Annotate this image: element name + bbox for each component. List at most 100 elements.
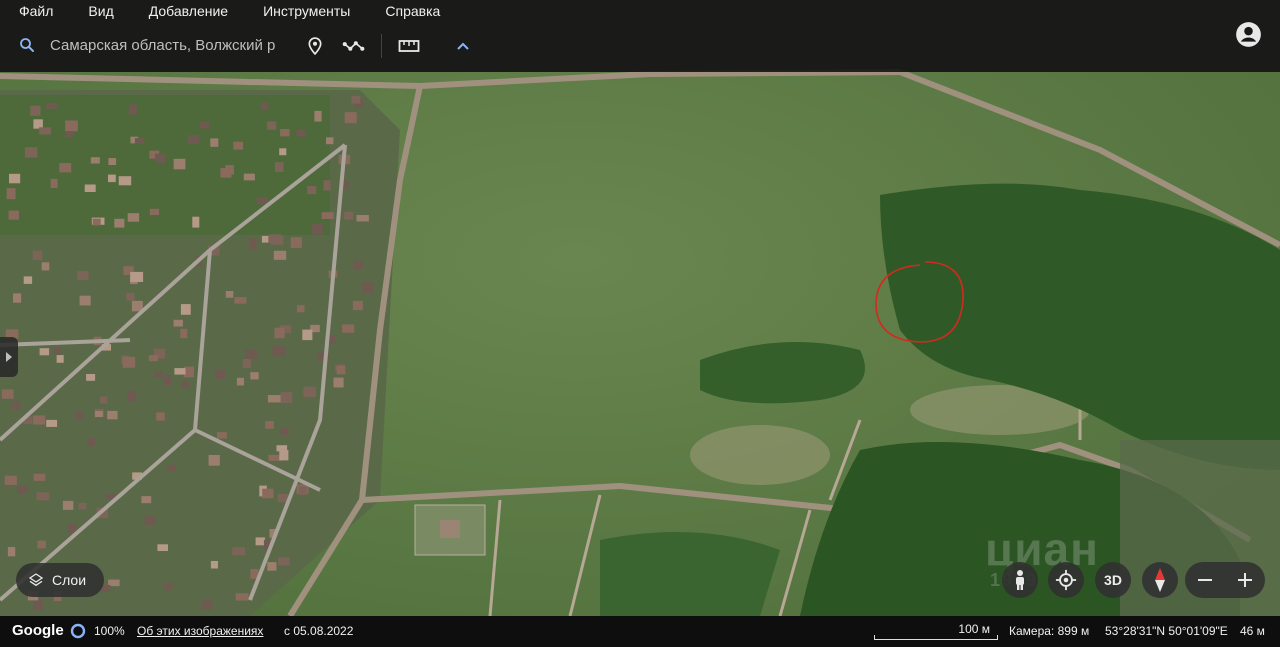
house-roof	[273, 250, 287, 260]
house-roof	[7, 547, 16, 557]
house-roof	[187, 135, 200, 144]
house-roof	[144, 516, 156, 525]
house-roof	[277, 494, 288, 503]
search-input[interactable]	[50, 33, 290, 57]
house-roof	[272, 345, 286, 357]
layers-label: Слои	[52, 572, 87, 588]
toggle-3d-button[interactable]: 3D	[1095, 562, 1131, 598]
house-roof	[173, 319, 183, 327]
house-roof	[127, 390, 137, 401]
house-roof	[256, 197, 268, 205]
house-roof	[225, 291, 234, 298]
measure-button[interactable]	[396, 33, 422, 59]
house-roof	[33, 415, 46, 425]
search-icon[interactable]	[18, 36, 36, 54]
house-roof	[77, 271, 89, 280]
house-roof	[210, 561, 218, 569]
house-roof	[87, 437, 95, 447]
house-roof	[33, 600, 43, 611]
house-roof	[307, 186, 317, 195]
scale-bar: 100 м	[874, 622, 998, 640]
house-roof	[37, 540, 46, 549]
pegman-icon	[1016, 570, 1024, 590]
house-roof	[126, 292, 135, 301]
house-roof	[46, 102, 58, 109]
house-roof	[201, 599, 213, 610]
house-roof	[174, 368, 186, 375]
compass-button[interactable]	[1142, 562, 1178, 598]
house-roof	[141, 496, 152, 504]
house-roof	[225, 165, 234, 175]
house-roof	[156, 412, 165, 421]
house-roof	[1, 389, 14, 399]
house-roof	[86, 374, 96, 381]
search-row	[0, 28, 490, 62]
house-roof	[321, 212, 334, 219]
house-roof	[267, 395, 281, 403]
camera-altitude: Камера: 899 м	[1009, 624, 1090, 638]
my-location-button[interactable]	[1048, 562, 1084, 598]
house-roof	[95, 410, 103, 417]
side-panel-toggle[interactable]	[0, 337, 18, 377]
house-roof	[62, 500, 74, 510]
toolbar-separator	[381, 34, 382, 58]
menu-help[interactable]: Справка	[366, 0, 456, 22]
account-icon[interactable]	[1235, 21, 1262, 48]
house-roof	[243, 173, 255, 181]
house-roof	[90, 157, 100, 164]
house-roof	[65, 120, 78, 132]
status-bar: Google 100% Об этих изображениях с 05.08…	[0, 616, 1280, 647]
place-marker-button[interactable]	[302, 33, 328, 59]
menu-add[interactable]: Добавление	[130, 0, 244, 22]
layers-button[interactable]: Слои	[16, 563, 104, 597]
house-roof	[157, 544, 168, 551]
house-roof	[344, 112, 357, 124]
house-roof	[32, 250, 43, 261]
menu-file[interactable]: Файл	[0, 0, 69, 22]
top-toolbar: Файл Вид Добавление Инструменты Справка	[0, 0, 1280, 72]
collapse-toolbar-button[interactable]	[450, 33, 476, 59]
house-roof	[210, 138, 219, 147]
house-roof	[303, 386, 316, 398]
house-roof	[92, 218, 101, 226]
house-roof	[122, 356, 136, 368]
house-roof	[274, 327, 285, 339]
house-roof	[4, 475, 17, 485]
house-roof	[265, 421, 274, 429]
house-roof	[100, 396, 108, 404]
house-roof	[290, 237, 302, 248]
house-roof	[148, 355, 158, 362]
house-roof	[107, 410, 118, 420]
house-roof	[267, 121, 277, 130]
house-roof	[130, 271, 144, 282]
zoom-in-button[interactable]	[1225, 562, 1265, 598]
house-roof	[53, 346, 62, 355]
house-roof	[114, 218, 125, 228]
draw-path-button[interactable]	[341, 33, 367, 59]
house-roof	[314, 110, 322, 122]
house-roof	[155, 153, 166, 163]
house-roof	[199, 121, 210, 129]
house-roof	[215, 369, 226, 380]
house-roof	[353, 260, 363, 270]
menu-view[interactable]: Вид	[69, 0, 129, 22]
house-roof	[50, 178, 58, 188]
house-roof	[233, 141, 243, 150]
house-roof	[280, 427, 289, 435]
house-roof	[173, 158, 186, 170]
zoom-controls	[1185, 562, 1265, 598]
loading-progress-icon	[70, 623, 86, 639]
street-view-button[interactable]	[1002, 562, 1038, 598]
house-roof	[236, 377, 244, 386]
house-roof	[59, 163, 72, 173]
house-roof	[30, 105, 41, 116]
layers-icon	[28, 573, 44, 587]
menu-tools[interactable]: Инструменты	[244, 0, 366, 22]
house-roof	[323, 180, 331, 191]
house-roof	[164, 582, 173, 591]
house-roof	[181, 381, 190, 389]
scale-label: 100 м	[958, 622, 990, 636]
about-imagery-link[interactable]: Об этих изображениях	[137, 624, 263, 638]
zoom-out-button[interactable]	[1185, 562, 1225, 598]
house-roof	[84, 184, 96, 192]
